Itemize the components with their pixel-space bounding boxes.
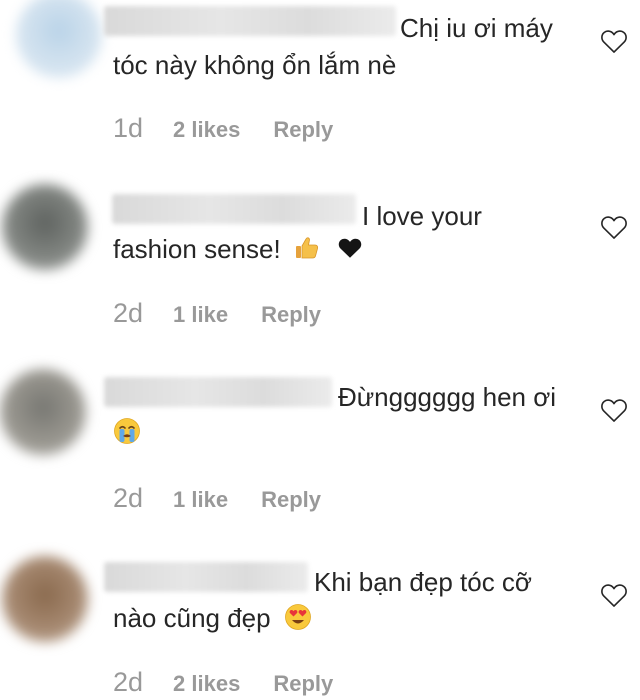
comment-timestamp[interactable]: 2d — [113, 667, 143, 698]
likes-count[interactable]: 1 like — [173, 487, 228, 513]
comment-text: fashion sense! — [113, 234, 281, 264]
heart-outline-icon[interactable] — [600, 582, 628, 608]
comment-item: I love your fashion sense! 2d 1 like Rep… — [0, 170, 640, 355]
username-blurred[interactable] — [104, 562, 308, 592]
username-blurred[interactable] — [104, 377, 332, 407]
username-blurred[interactable] — [104, 6, 396, 36]
comment-meta: 2d 1 like Reply — [113, 298, 321, 329]
thumbs-up-emoji — [295, 237, 318, 259]
comment-text-line: fashion sense! — [113, 231, 363, 267]
reply-button[interactable]: Reply — [273, 117, 333, 143]
comment-meta: 2d 2 likes Reply — [113, 667, 333, 698]
crying-face-emoji — [114, 418, 140, 444]
likes-count[interactable]: 2 likes — [173, 671, 240, 697]
likes-count[interactable]: 1 like — [173, 302, 228, 328]
comment-item: Chị iu ơi máy tóc này không ổn lắm nè 1d… — [0, 0, 640, 170]
comment-text: nào cũng đẹp — [113, 603, 271, 633]
comment-text: Chị iu ơi máy — [400, 13, 553, 43]
comment-meta: 2d 1 like Reply — [113, 483, 321, 514]
likes-count[interactable]: 2 likes — [173, 117, 240, 143]
heart-outline-icon[interactable] — [600, 397, 628, 423]
heart-outline-icon[interactable] — [600, 214, 628, 240]
comment-timestamp[interactable]: 2d — [113, 298, 143, 329]
black-heart-emoji — [338, 238, 362, 258]
avatar[interactable] — [16, 0, 102, 78]
comment-text: Đừngggggg hen ơi — [338, 382, 557, 412]
comment-item: Khi bạn đẹp tóc cỡ nào cũng đẹp 2d 2 lik… — [0, 540, 640, 700]
avatar[interactable] — [2, 556, 88, 642]
comment-timestamp[interactable]: 1d — [113, 113, 143, 144]
reply-button[interactable]: Reply — [273, 671, 333, 697]
comment-meta: 1d 2 likes Reply — [113, 113, 333, 144]
reply-button[interactable]: Reply — [261, 302, 321, 328]
reply-button[interactable]: Reply — [261, 487, 321, 513]
comment-text: Khi bạn đẹp tóc cỡ — [314, 567, 532, 597]
avatar[interactable] — [0, 369, 86, 455]
comment-text: I love your — [362, 201, 482, 231]
comment-text: tóc này không ổn lắm nè — [113, 50, 397, 80]
heart-outline-icon[interactable] — [600, 28, 628, 54]
username-blurred[interactable] — [112, 194, 356, 224]
comment-item: Đừngggggg hen ơi 2d 1 like Reply — [0, 355, 640, 540]
heart-eyes-emoji — [284, 604, 311, 631]
comment-timestamp[interactable]: 2d — [113, 483, 143, 514]
avatar[interactable] — [2, 184, 88, 270]
comment-text-line: nào cũng đẹp — [113, 600, 312, 636]
